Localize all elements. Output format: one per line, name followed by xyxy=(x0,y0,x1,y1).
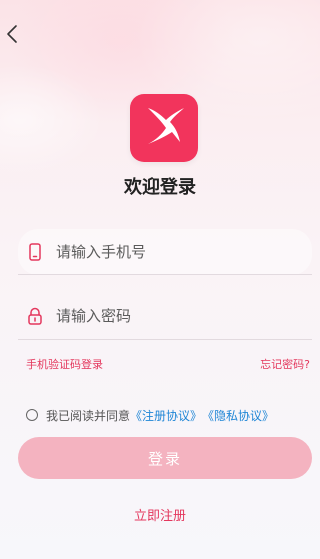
password-divider xyxy=(18,339,312,340)
lock-icon xyxy=(26,307,44,325)
phone-input[interactable] xyxy=(54,231,312,273)
password-field[interactable] xyxy=(18,293,312,339)
sms-login-link[interactable]: 手机验证码登录 xyxy=(26,356,103,372)
register-link[interactable]: 立即注册 xyxy=(0,505,320,524)
agreement-checkbox[interactable] xyxy=(26,409,38,421)
phone-divider xyxy=(18,274,312,275)
password-input[interactable] xyxy=(54,295,312,337)
agreement-prefix: 我已阅读并同意 xyxy=(46,408,131,423)
agreement-row: 我已阅读并同意 《注册协议》 《隐私协议》 xyxy=(26,405,310,425)
auth-links-row: 手机验证码登录 忘记密码? xyxy=(26,356,310,372)
phone-field[interactable] xyxy=(18,229,312,275)
page-title: 欢迎登录 xyxy=(124,177,196,198)
login-button[interactable]: 登录 xyxy=(18,437,312,479)
phone-icon xyxy=(26,243,44,261)
privacy-agreement-link[interactable]: 《隐私协议》 xyxy=(202,407,274,424)
x-mark-logo-icon xyxy=(140,102,188,154)
back-button[interactable] xyxy=(2,24,22,48)
forgot-password-link[interactable]: 忘记密码? xyxy=(260,356,310,372)
login-button-label: 登录 xyxy=(147,449,182,468)
register-agreement-link[interactable]: 《注册协议》 xyxy=(130,407,202,424)
app-logo xyxy=(130,94,198,162)
chevron-left-icon xyxy=(6,24,18,48)
